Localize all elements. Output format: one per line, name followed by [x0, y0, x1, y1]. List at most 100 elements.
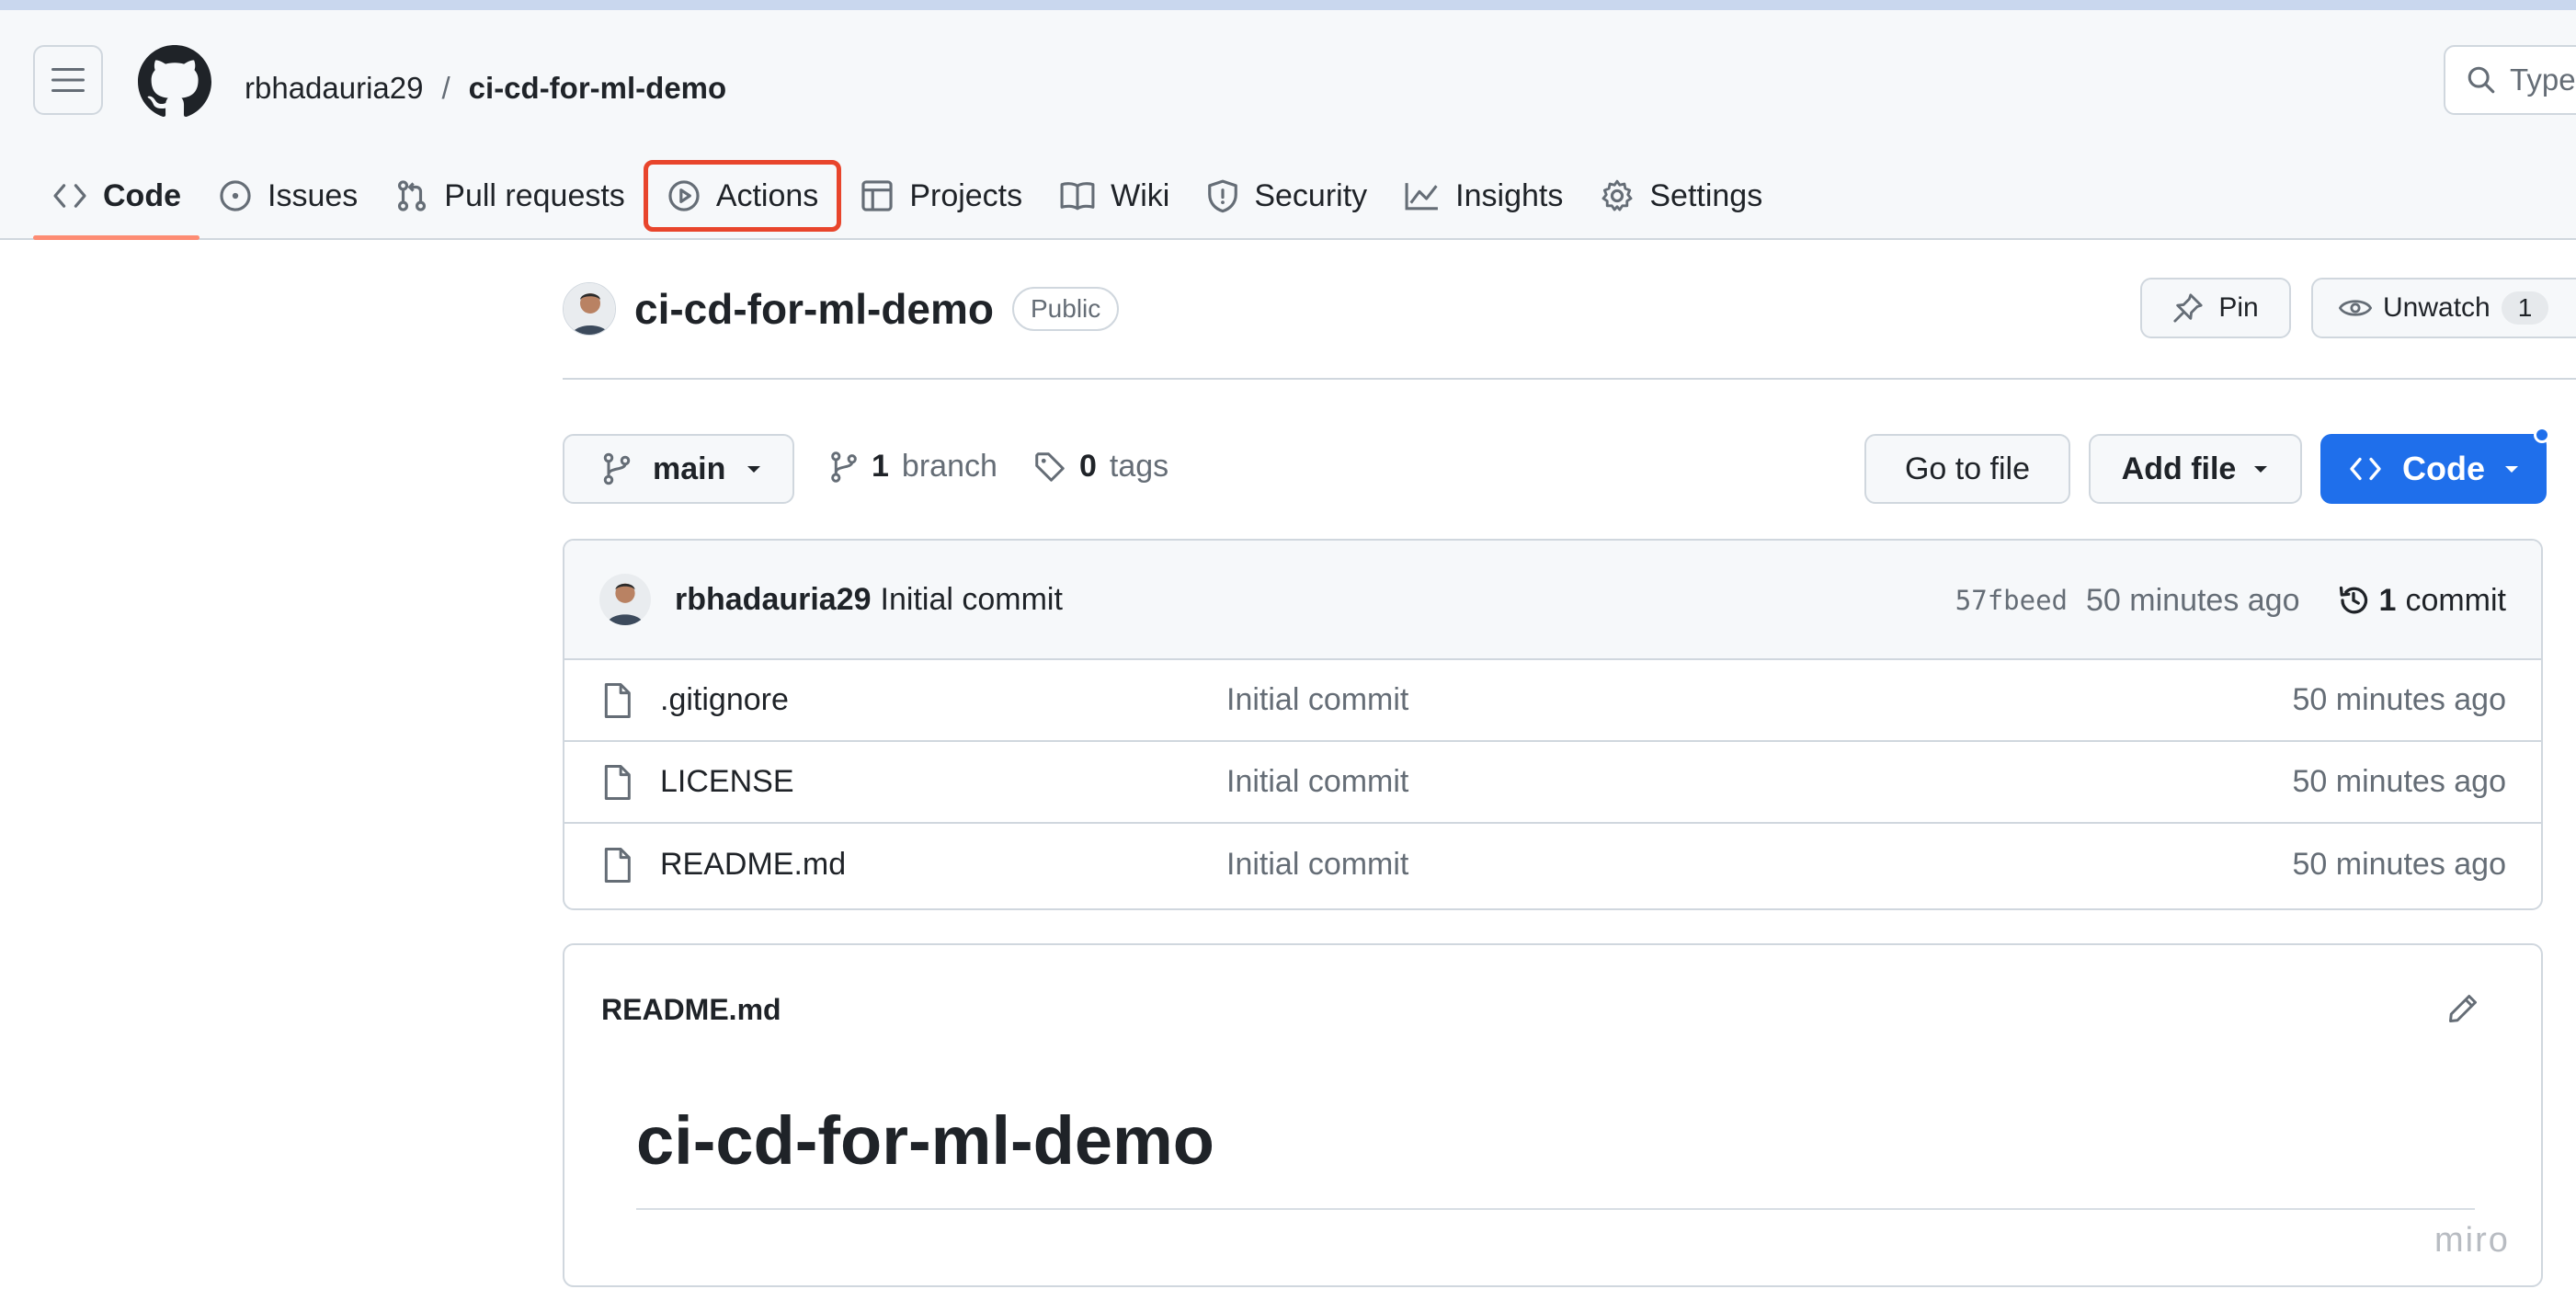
add-file-label: Add file [2121, 451, 2237, 486]
gear-icon [1601, 179, 1633, 211]
readme-heading: ci-cd-for-ml-demo [636, 1102, 1214, 1179]
repo-name[interactable]: ci-cd-for-ml-demo [634, 284, 994, 334]
commit-sha[interactable]: 57fbeed [1955, 585, 2068, 616]
pin-button[interactable]: Pin [2140, 278, 2291, 338]
repo-nav-tabs: Code Issues Pull requests Actions Projec… [33, 157, 1781, 240]
repo-title: ci-cd-for-ml-demo Public [563, 282, 1120, 336]
file-row[interactable]: .gitignore Initial commit 50 minutes ago [564, 660, 2541, 742]
code-button[interactable]: Code [2320, 434, 2547, 504]
code-button-label: Code [2402, 450, 2485, 487]
breadcrumb: rbhadauria29 / ci-cd-for-ml-demo [245, 71, 726, 106]
tab-actions-label: Actions [715, 177, 819, 213]
tab-settings-label: Settings [1649, 177, 1763, 213]
file-icon [604, 682, 631, 718]
tab-pull-requests[interactable]: Pull requests [376, 157, 644, 234]
file-commit-message[interactable]: Initial commit [1226, 764, 1408, 800]
breadcrumb-repo-link[interactable]: ci-cd-for-ml-demo [469, 71, 727, 106]
repo-header: rbhadauria29 / ci-cd-for-ml-demo Type Co… [0, 10, 2576, 240]
visibility-badge: Public [1012, 287, 1120, 331]
tab-insights-label: Insights [1455, 177, 1564, 213]
tab-settings[interactable]: Settings [1581, 157, 1781, 234]
file-name[interactable]: LICENSE [660, 764, 1226, 800]
branch-icon [831, 451, 857, 483]
breadcrumb-owner-link[interactable]: rbhadauria29 [245, 71, 424, 106]
tab-wiki[interactable]: Wiki [1041, 157, 1188, 234]
tab-wiki-label: Wiki [1111, 177, 1170, 213]
tab-projects[interactable]: Projects [841, 157, 1041, 234]
pull-request-icon [398, 180, 427, 211]
watch-counter: 1 [2501, 291, 2549, 325]
avatar-image [564, 283, 615, 335]
notification-dot [2534, 427, 2550, 443]
owner-avatar[interactable] [563, 282, 616, 336]
file-commit-message[interactable]: Initial commit [1226, 847, 1408, 883]
search-placeholder: Type [2510, 63, 2576, 97]
graph-icon [1405, 183, 1439, 211]
tab-issues[interactable]: Issues [199, 157, 376, 234]
caret-down-icon [2505, 466, 2518, 473]
caret-down-icon [2254, 466, 2268, 473]
readme-heading-rule [636, 1208, 2475, 1210]
tags-link[interactable]: 0 tags [1033, 449, 1168, 485]
file-name[interactable]: .gitignore [660, 682, 1226, 718]
add-file-button[interactable]: Add file [2089, 434, 2302, 504]
tab-projects-label: Projects [909, 177, 1023, 213]
commit-meta: 57fbeed 50 minutes ago 1 commit [1955, 541, 2506, 660]
unwatch-label: Unwatch [2383, 292, 2491, 323]
tag-word: tags [1109, 449, 1169, 484]
code-icon [53, 184, 86, 208]
avatar-image [599, 574, 651, 625]
caret-down-icon [747, 466, 761, 473]
tab-security[interactable]: Security [1188, 157, 1385, 234]
branch-word: branch [901, 449, 997, 484]
unwatch-button[interactable]: Unwatch 1 [2311, 278, 2576, 338]
history-icon [2339, 586, 2367, 614]
search-input[interactable]: Type [2444, 45, 2576, 115]
tab-code[interactable]: Code [33, 157, 199, 240]
latest-commit-row: rbhadauria29 Initial commit 57fbeed 50 m… [564, 541, 2541, 660]
file-icon [604, 764, 631, 800]
book-icon [1060, 182, 1095, 211]
issue-icon [220, 180, 251, 211]
menu-button[interactable] [33, 45, 103, 115]
code-icon [2350, 457, 2381, 481]
tab-actions[interactable]: Actions [643, 160, 842, 232]
breadcrumb-separator: / [441, 71, 450, 105]
tag-icon [1035, 451, 1065, 482]
branch-selector[interactable]: main [563, 434, 794, 504]
pin-label: Pin [2218, 292, 2259, 323]
file-icon [604, 847, 631, 883]
commit-history-link[interactable]: 1 commit [2337, 583, 2506, 619]
pencil-icon [2449, 995, 2477, 1022]
file-age: 50 minutes ago [2292, 764, 2507, 799]
commit-author[interactable]: rbhadauria29 [675, 582, 872, 618]
file-commit-message[interactable]: Initial commit [1226, 682, 1408, 718]
file-name[interactable]: README.md [660, 847, 1226, 883]
branch-icon [603, 452, 631, 485]
go-to-file-button[interactable]: Go to file [1864, 434, 2070, 504]
tab-pull-requests-label: Pull requests [444, 177, 625, 213]
tab-security-label: Security [1254, 177, 1368, 213]
tab-code-label: Code [103, 177, 181, 213]
branches-link[interactable]: 1 branch [829, 449, 997, 485]
commit-time: 50 minutes ago [2086, 582, 2300, 618]
commit-count: 1 [2378, 582, 2397, 618]
tab-issues-label: Issues [268, 177, 359, 213]
commit-message[interactable]: Initial commit [881, 582, 1063, 618]
pin-icon [2173, 293, 2203, 323]
hamburger-icon [51, 68, 85, 92]
shield-icon [1208, 179, 1238, 213]
tag-count: 0 [1079, 449, 1097, 484]
branch-count: 1 [872, 449, 889, 484]
browser-top-strip [0, 0, 2576, 10]
github-logo-icon[interactable] [138, 45, 211, 119]
edit-readme-button[interactable] [2440, 986, 2486, 1032]
commit-author-avatar[interactable] [599, 574, 651, 625]
branch-name: main [653, 451, 726, 486]
file-browser: rbhadauria29 Initial commit 57fbeed 50 m… [563, 539, 2543, 910]
tab-insights[interactable]: Insights [1385, 157, 1581, 234]
readme-filename[interactable]: README.md [601, 993, 781, 1027]
file-row[interactable]: LICENSE Initial commit 50 minutes ago [564, 742, 2541, 824]
go-to-file-label: Go to file [1904, 451, 2031, 486]
file-row[interactable]: README.md Initial commit 50 minutes ago [564, 824, 2541, 906]
